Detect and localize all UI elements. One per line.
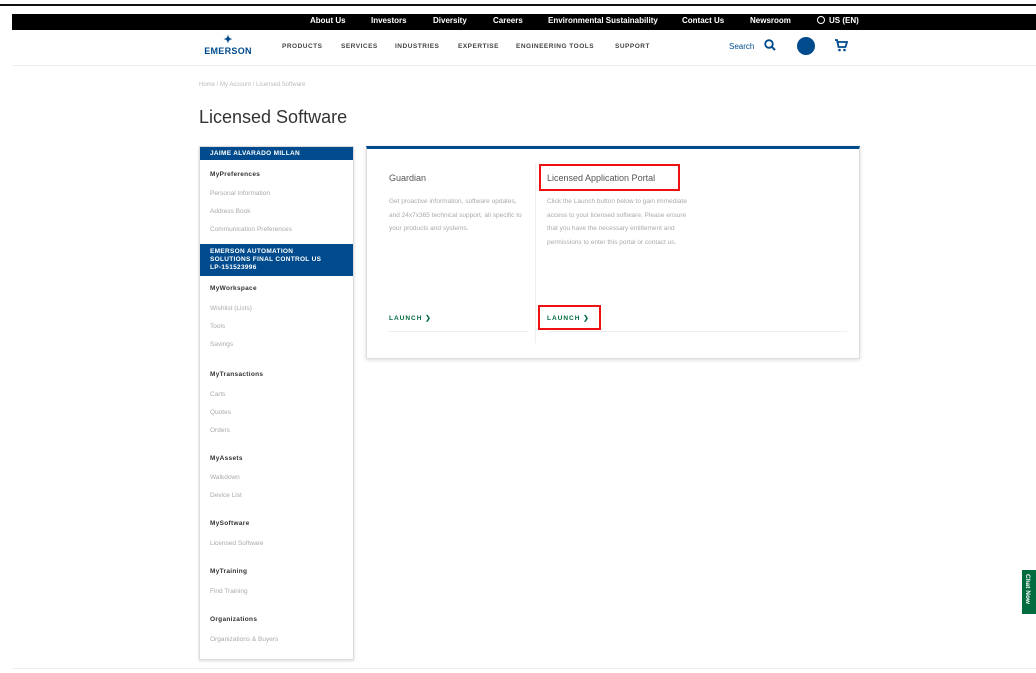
guardian-description: Get proactive information, software upda…	[389, 198, 522, 232]
sidebar-item-personal-info[interactable]: Personal Information	[200, 190, 353, 197]
guardian-title: Guardian	[389, 173, 427, 183]
sidebar-heading-assets: MyAssets	[210, 455, 243, 462]
nav-engineering-tools[interactable]: ENGINEERING TOOLS	[516, 43, 594, 50]
search-label[interactable]: Search	[729, 42, 754, 51]
portal-title-highlight	[539, 164, 680, 191]
sidebar-heading-organizations: Organizations	[210, 616, 258, 623]
sidebar-item-orders[interactable]: Orders	[200, 427, 353, 434]
careers-link[interactable]: Careers	[493, 16, 523, 25]
main-navigation: ✦ EMERSON PRODUCTS SERVICES INDUSTRIES E…	[12, 30, 1036, 66]
guardian-divider	[389, 331, 529, 332]
sidebar-item-address-book[interactable]: Address Book	[200, 208, 353, 215]
cart-icon[interactable]	[834, 39, 848, 52]
locale-label: US (EN)	[829, 16, 859, 25]
sidebar-item-quotes[interactable]: Quotes	[200, 409, 353, 416]
globe-icon	[817, 16, 825, 24]
portal-launch-highlight	[538, 305, 601, 330]
sidebar-item-workspace-lists[interactable]: Wishlist (Lists)	[200, 305, 353, 312]
page-title: Licensed Software	[199, 107, 348, 127]
account-id: LP-151523996	[210, 264, 257, 271]
newsroom-link[interactable]: Newsroom	[750, 16, 791, 25]
sidebar-item-savings[interactable]: Savings	[200, 341, 353, 348]
nav-support[interactable]: SUPPORT	[615, 43, 650, 50]
guardian-launch-button[interactable]: LAUNCH ❯	[389, 314, 432, 322]
sidebar-heading-software: MySoftware	[210, 520, 250, 527]
investors-link[interactable]: Investors	[371, 16, 407, 25]
logo-text: EMERSON	[204, 46, 252, 56]
portal-description: Click the Launch button below to gain im…	[547, 198, 687, 246]
account-name-line-1: EMERSON AUTOMATION	[210, 248, 294, 255]
sidebar-item-find-training[interactable]: Find Training	[200, 588, 353, 595]
sidebar-heading-preferences: MyPreferences	[210, 171, 261, 178]
sidebar-account-header: EMERSON AUTOMATION SOLUTIONS FINAL CONTR…	[200, 244, 353, 276]
sidebar-item-walkdown[interactable]: Walkdown	[200, 474, 353, 481]
about-us-link[interactable]: About Us	[310, 16, 346, 25]
nav-products[interactable]: PRODUCTS	[282, 43, 322, 50]
user-avatar[interactable]	[797, 37, 815, 55]
account-name-line-2: SOLUTIONS FINAL CONTROL US	[210, 256, 322, 263]
sidebar-user-name: JAIME ALVARADO MILLAN	[200, 147, 353, 160]
portal-divider	[547, 331, 847, 332]
sidebar-item-carts[interactable]: Carts	[200, 391, 353, 398]
guardian-launch-label: LAUNCH	[389, 315, 423, 322]
column-divider	[535, 163, 536, 343]
sidebar-heading-training: MyTraining	[210, 568, 248, 575]
sidebar-item-device-list[interactable]: Device List	[200, 492, 353, 499]
sidebar-item-organizations-buyers[interactable]: Organizations & Buyers	[200, 636, 353, 643]
diversity-link[interactable]: Diversity	[433, 16, 467, 25]
software-card: Guardian Get proactive information, soft…	[366, 146, 860, 359]
chevron-right-icon: ❯	[425, 315, 432, 322]
sidebar-item-licensed-software[interactable]: Licensed Software	[200, 540, 353, 547]
breadcrumb[interactable]: Home / My Account / Licensed Software	[199, 82, 305, 88]
bottom-border	[12, 668, 1036, 669]
locale-selector[interactable]: US (EN)	[817, 16, 859, 25]
nav-industries[interactable]: INDUSTRIES	[395, 43, 439, 50]
sustainability-link[interactable]: Environmental Sustainability	[548, 16, 658, 25]
nav-expertise[interactable]: EXPERTISE	[458, 43, 499, 50]
sidebar-item-tools[interactable]: Tools	[200, 323, 353, 330]
logo-mark-icon: ✦	[223, 34, 233, 46]
top-border	[0, 4, 1036, 6]
utility-bar: About Us Investors Diversity Careers Env…	[12, 14, 1036, 30]
emerson-logo[interactable]: ✦ EMERSON	[198, 35, 258, 61]
nav-services[interactable]: SERVICES	[341, 43, 378, 50]
chat-now-label: Chat Now	[1024, 574, 1031, 604]
sidebar-heading-workspace: MyWorkspace	[210, 285, 257, 292]
sidebar-heading-transactions: MyTransactions	[210, 371, 264, 378]
account-sidebar: JAIME ALVARADO MILLAN MyPreferences Pers…	[199, 146, 354, 660]
contact-us-link[interactable]: Contact Us	[682, 16, 724, 25]
sidebar-item-communication-preferences[interactable]: Communication Preferences	[200, 226, 353, 233]
search-icon[interactable]	[764, 39, 776, 51]
chat-now-button[interactable]: Chat Now	[1022, 570, 1036, 614]
